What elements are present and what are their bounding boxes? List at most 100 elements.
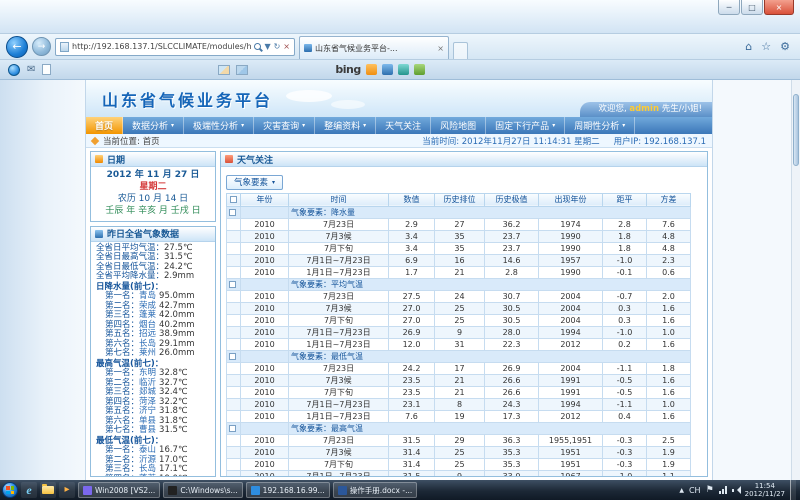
start-button[interactable] xyxy=(2,482,18,498)
toolbar-icon[interactable] xyxy=(414,64,425,75)
table-cell: 27.0 xyxy=(389,302,435,314)
station-link[interactable]: 泰山 xyxy=(139,445,156,455)
taskbar-button[interactable]: C:\Windows\s... xyxy=(163,482,242,498)
app-icon xyxy=(83,486,92,495)
minimize-button[interactable]: ─ xyxy=(718,0,740,15)
bing-logo[interactable]: bing xyxy=(335,63,360,76)
table-cell: 27.5 xyxy=(389,290,435,302)
rank-label: 第三名： xyxy=(105,387,139,397)
toolbar-icon[interactable] xyxy=(366,64,377,75)
rank-value: 17.1℃ xyxy=(159,464,187,474)
station-link[interactable]: 济宁 xyxy=(139,406,156,416)
table-row: 20107月23日2.92736.219742.87.6 xyxy=(227,218,691,230)
toolbar-icon[interactable] xyxy=(398,64,409,75)
mail-icon[interactable]: ✉ xyxy=(27,64,35,75)
window-controls: ─ □ × xyxy=(717,0,794,15)
chevron-down-icon[interactable]: ▼ xyxy=(264,42,270,51)
table-cell: -0.3 xyxy=(603,434,647,446)
home-button[interactable]: ⌂ xyxy=(745,40,752,53)
checkbox-icon[interactable] xyxy=(229,209,236,216)
checkbox-icon[interactable] xyxy=(229,353,236,360)
tray-date: 2012/11/27 xyxy=(745,490,785,498)
rank-value: 19.0℃ xyxy=(159,474,187,476)
taskbar-button[interactable]: 操作手册.docx -... xyxy=(333,482,418,498)
tray-expand-icon[interactable]: ▲ xyxy=(679,487,684,494)
table-cell: 1.6 xyxy=(647,314,691,326)
nav-item-label: 天气关注 xyxy=(385,119,421,132)
messenger-icon[interactable] xyxy=(8,64,20,76)
table-cell: 1955,1951 xyxy=(539,434,603,446)
taskbar-button[interactable]: Win2008 [VS2... xyxy=(78,482,160,498)
browser-tab[interactable]: 山东省气候业务平台-... × xyxy=(299,36,449,59)
page-favicon-icon xyxy=(60,42,69,52)
nav-item[interactable]: 固定下行产品▾ xyxy=(486,117,565,134)
weather-focus-icon xyxy=(225,155,233,163)
table-row: 20107月1日~7月23日23.1824.31994-1.11.0 xyxy=(227,398,691,410)
stop-icon[interactable]: × xyxy=(283,42,290,51)
action-center-icon[interactable]: ⚑ xyxy=(706,485,714,495)
url-text: http://192.168.137.1/SLCCLIMATE/modules/… xyxy=(72,42,251,51)
close-button[interactable]: × xyxy=(764,0,794,15)
page-icon[interactable] xyxy=(42,64,51,75)
volume-icon[interactable] xyxy=(732,486,740,494)
table-cell: 2010 xyxy=(241,266,289,278)
toolbar-icon[interactable] xyxy=(382,64,393,75)
vertical-scrollbar[interactable] xyxy=(791,80,800,480)
show-desktop-button[interactable] xyxy=(790,480,796,500)
nav-item[interactable]: 整编资料▾ xyxy=(315,117,376,134)
refresh-icon[interactable]: ↻ xyxy=(274,42,281,51)
station-link[interactable]: 蓬莱 xyxy=(139,474,156,476)
nav-item[interactable]: 数据分析▾ xyxy=(123,117,184,134)
toolbar-icon[interactable] xyxy=(236,65,248,75)
media-player-button[interactable]: ▸ xyxy=(59,482,75,498)
nav-item[interactable]: 天气关注 xyxy=(376,117,431,134)
favorites-button[interactable]: ☆ xyxy=(761,40,771,53)
table-cell: 27.0 xyxy=(389,314,435,326)
rank-value: 32.8℃ xyxy=(159,368,187,378)
station-link[interactable]: 青岛 xyxy=(139,291,156,301)
scrollbar-thumb[interactable] xyxy=(793,94,799,166)
maximize-button[interactable]: □ xyxy=(741,0,763,15)
table-cell: 7月1日~7月23日 xyxy=(289,326,389,338)
station-link[interactable]: 蓬莱 xyxy=(139,310,156,320)
rank-label: 第三名： xyxy=(105,464,139,474)
station-link[interactable]: 东明 xyxy=(139,368,156,378)
network-icon[interactable] xyxy=(719,486,727,494)
explorer-folder-button[interactable] xyxy=(40,482,56,498)
toolbar-icon[interactable] xyxy=(218,65,230,75)
search-icon[interactable] xyxy=(254,43,261,50)
element-filter-button[interactable]: 气象要素 ▾ xyxy=(226,175,283,190)
checkbox-icon[interactable] xyxy=(230,196,237,203)
station-link[interactable]: 长岛 xyxy=(139,464,156,474)
nav-item[interactable]: 周期性分析▾ xyxy=(565,117,635,134)
column-header: 历史极值 xyxy=(485,193,539,206)
nav-item[interactable]: 风险地图 xyxy=(431,117,486,134)
tools-button[interactable]: ⚙ xyxy=(780,40,790,53)
station-link[interactable]: 曹县 xyxy=(139,425,156,435)
taskbar-button[interactable]: 192.168.16.99... xyxy=(246,482,330,498)
table-cell: 16 xyxy=(435,254,485,266)
date-panel-body: 2012 年 11 月 27 日 星期二 农历 10 月 14 日 壬辰 年 辛… xyxy=(91,167,215,221)
checkbox-icon[interactable] xyxy=(229,281,236,288)
nav-item[interactable]: 灾害查询▾ xyxy=(254,117,315,134)
table-cell: 14.6 xyxy=(485,254,539,266)
back-button[interactable]: ← xyxy=(6,36,28,58)
nav-item[interactable]: 极端性分析▾ xyxy=(184,117,254,134)
new-tab-button[interactable] xyxy=(453,42,468,59)
station-link[interactable]: 郯城 xyxy=(139,387,156,397)
station-link[interactable]: 莱州 xyxy=(139,348,156,358)
station-link[interactable]: 招远 xyxy=(139,329,156,339)
tab-close-icon[interactable]: × xyxy=(437,44,444,53)
table-cell: 1967 xyxy=(539,470,603,476)
table-row: 20107月下旬31.42535.31951-0.31.9 xyxy=(227,458,691,470)
address-bar[interactable]: http://192.168.137.1/SLCCLIMATE/modules/… xyxy=(55,38,295,56)
page-content: 日期 2012 年 11 月 27 日 星期二 农历 10 月 14 日 壬辰 … xyxy=(86,148,712,480)
forward-button[interactable]: → xyxy=(32,37,51,56)
internet-explorer-icon[interactable]: e xyxy=(21,482,37,498)
table-toolbar: 气象要素 ▾ xyxy=(226,170,702,193)
clock[interactable]: 11:54 2012/11/27 xyxy=(745,482,785,499)
nav-item[interactable]: 首页 xyxy=(86,117,123,134)
checkbox-icon[interactable] xyxy=(229,425,236,432)
language-indicator[interactable]: CH xyxy=(689,486,701,495)
stat-value: 2.9mm xyxy=(164,271,194,281)
